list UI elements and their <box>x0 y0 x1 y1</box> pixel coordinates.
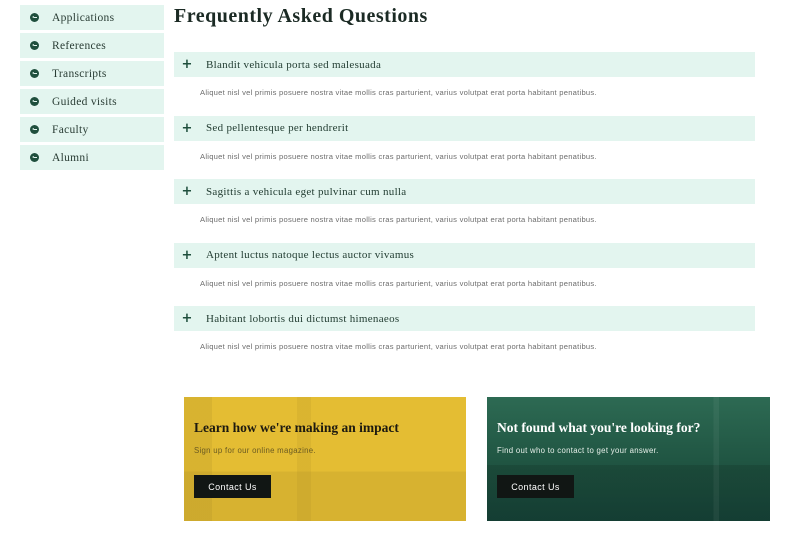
sidebar-item-faculty[interactable]: Faculty <box>20 117 164 142</box>
arrow-circle-left-icon <box>30 69 39 78</box>
sidebar-item-label: References <box>52 39 107 52</box>
sidebar-item-alumni[interactable]: Alumni <box>20 145 164 170</box>
faq-answer: Aliquet nisl vel primis posuere nostra v… <box>200 215 597 224</box>
faq-question-toggle[interactable]: + Habitant lobortis dui dictumst himenae… <box>174 306 755 331</box>
sidebar-nav: Applications References Transcripts Guid… <box>20 5 164 173</box>
faq-question: Blandit vehicula porta sed malesuada <box>206 58 382 71</box>
faq-question-toggle[interactable]: + Blandit vehicula porta sed malesuada <box>174 52 755 77</box>
sidebar-item-label: Faculty <box>52 123 89 136</box>
sidebar-item-label: Applications <box>52 11 115 24</box>
faq-question-toggle[interactable]: + Sed pellentesque per hendrerit <box>174 115 755 141</box>
faq-item: + Sagittis a vehicula eget pulvinar cum … <box>174 179 755 243</box>
sidebar-item-guided-visits[interactable]: Guided visits <box>20 89 164 114</box>
contact-us-button[interactable]: Contact Us <box>194 475 271 498</box>
plus-icon: + <box>181 120 193 136</box>
sidebar-item-label: Guided visits <box>52 95 117 108</box>
sidebar-item-references[interactable]: References <box>20 33 164 58</box>
faq-question: Sagittis a vehicula eget pulvinar cum nu… <box>206 185 407 198</box>
sidebar-item-transcripts[interactable]: Transcripts <box>20 61 164 86</box>
page-title: Frequently Asked Questions <box>174 5 428 27</box>
card-background-image <box>487 397 770 521</box>
help-card: Not found what you're looking for? Find … <box>487 397 770 521</box>
faq-question: Aptent luctus natoque lectus auctor viva… <box>206 249 415 261</box>
faq-question-toggle[interactable]: + Aptent luctus natoque lectus auctor vi… <box>174 242 755 268</box>
card-title: Not found what you're looking for? <box>497 420 701 435</box>
contact-us-button[interactable]: Contact Us <box>497 475 574 498</box>
card-subtitle: Sign up for our online magazine. <box>194 446 316 455</box>
card-title: Learn how we're making an impact <box>194 420 399 435</box>
faq-answer: Aliquet nisl vel primis posuere nostra v… <box>200 88 597 97</box>
faq-question-toggle[interactable]: + Sagittis a vehicula eget pulvinar cum … <box>174 179 755 204</box>
plus-icon: + <box>181 57 193 72</box>
arrow-circle-left-icon <box>30 97 39 106</box>
sidebar-item-applications[interactable]: Applications <box>20 5 164 30</box>
arrow-circle-left-icon <box>30 125 39 134</box>
faq-answer: Aliquet nisl vel primis posuere nostra v… <box>200 342 597 351</box>
plus-icon: + <box>181 311 193 326</box>
faq-item: + Blandit vehicula porta sed malesuada A… <box>174 52 755 116</box>
arrow-circle-left-icon <box>30 13 39 22</box>
faq-item: + Habitant lobortis dui dictumst himenae… <box>174 306 755 370</box>
plus-icon: + <box>181 184 193 199</box>
faq-item: + Sed pellentesque per hendrerit Aliquet… <box>174 115 755 180</box>
card-subtitle: Find out who to contact to get your answ… <box>497 446 659 455</box>
faq-question: Habitant lobortis dui dictumst himenaeos <box>206 312 400 325</box>
sidebar-item-label: Transcripts <box>52 67 107 80</box>
card-background-image <box>184 397 466 521</box>
faq-answer: Aliquet nisl vel primis posuere nostra v… <box>200 151 597 161</box>
faq-answer: Aliquet nisl vel primis posuere nostra v… <box>200 278 597 288</box>
sidebar-item-label: Alumni <box>52 151 89 164</box>
faq-accordion: + Blandit vehicula porta sed malesuada A… <box>174 52 755 370</box>
faq-question: Sed pellentesque per hendrerit <box>206 122 349 134</box>
arrow-circle-left-icon <box>30 153 39 162</box>
plus-icon: + <box>181 247 193 263</box>
arrow-circle-left-icon <box>30 41 39 50</box>
faq-item: + Aptent luctus natoque lectus auctor vi… <box>174 242 755 307</box>
impact-card: Learn how we're making an impact Sign up… <box>184 397 466 521</box>
